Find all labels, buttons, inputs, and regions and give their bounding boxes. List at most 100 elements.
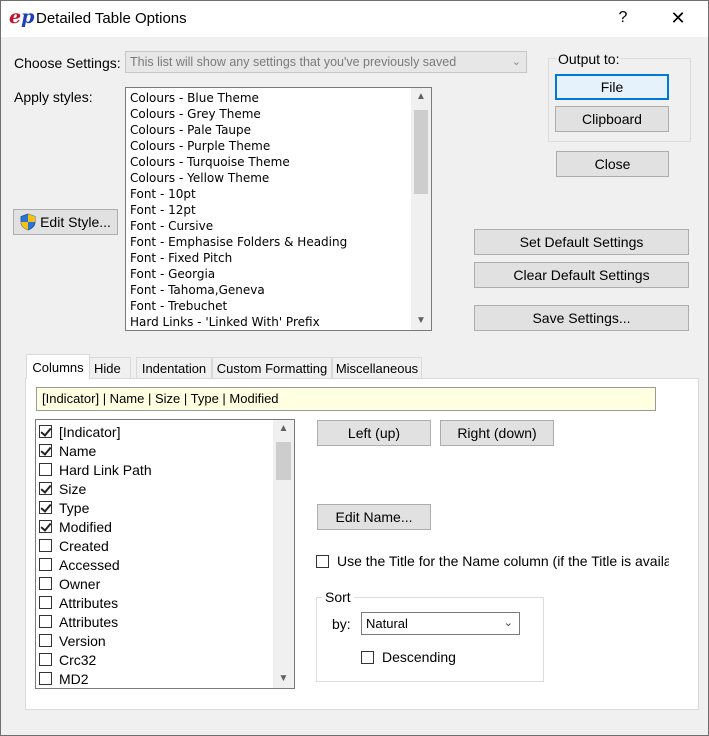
left-up-button[interactable]: Left (up) — [317, 420, 431, 446]
app-icon: ep — [9, 6, 35, 28]
set-default-settings-button[interactable]: Set Default Settings — [474, 229, 689, 255]
column-order-field: [Indicator] | Name | Size | Type | Modif… — [36, 387, 656, 411]
sort-by-combo[interactable]: Natural ⌄ — [361, 612, 520, 635]
column-checkbox[interactable] — [39, 482, 52, 495]
descending-checkbox[interactable] — [361, 650, 374, 664]
clear-default-settings-button[interactable]: Clear Default Settings — [474, 262, 689, 288]
column-checkbox[interactable] — [39, 653, 52, 666]
style-list-item[interactable]: Font - Fixed Pitch — [130, 250, 411, 266]
use-title-checkbox-row[interactable]: Use the Title for the Name column (if th… — [316, 551, 669, 571]
style-list-item[interactable]: Hard Links - 'Linked With' Prefix — [130, 314, 411, 330]
edit-style-button[interactable]: Edit Style... — [13, 209, 118, 235]
close-window-icon[interactable]: ✕ — [654, 1, 702, 35]
apply-styles-label: Apply styles: — [14, 89, 93, 105]
chevron-down-icon: ⌄ — [503, 617, 513, 629]
column-item[interactable]: Name — [39, 441, 272, 460]
style-list-item[interactable]: Colours - Yellow Theme — [130, 170, 411, 186]
tab-indentation[interactable]: Indentation — [136, 357, 212, 378]
column-item[interactable]: Created — [39, 536, 272, 555]
column-item[interactable]: Owner — [39, 574, 272, 593]
column-label: [Indicator] — [59, 423, 121, 440]
column-item[interactable]: Type — [39, 498, 272, 517]
clipboard-button[interactable]: Clipboard — [555, 106, 669, 132]
use-title-label: Use the Title for the Name column (if th… — [337, 553, 669, 569]
style-list-item[interactable]: Font - Emphasise Folders & Heading — [130, 234, 411, 250]
file-button[interactable]: File — [555, 74, 669, 100]
column-item[interactable]: Attributes — [39, 593, 272, 612]
sort-legend: Sort — [322, 589, 354, 605]
column-checkbox[interactable] — [39, 539, 52, 552]
style-list-item[interactable]: Colours - Pale Taupe — [130, 122, 411, 138]
style-list-item[interactable]: Colours - Purple Theme — [130, 138, 411, 154]
column-item[interactable]: [Indicator] — [39, 422, 272, 441]
column-checkbox[interactable] — [39, 615, 52, 628]
column-item[interactable]: Attributes — [39, 612, 272, 631]
descending-label: Descending — [382, 649, 456, 665]
columns-scrollbar[interactable]: ▲ ▼ — [273, 420, 294, 688]
column-item[interactable]: Modified — [39, 517, 272, 536]
help-button[interactable]: ? — [600, 1, 646, 35]
column-checkbox[interactable] — [39, 425, 52, 438]
chevron-down-icon: ⌄ — [511, 56, 521, 68]
column-label: Version — [59, 632, 106, 649]
column-checkbox[interactable] — [39, 577, 52, 590]
scroll-up-icon[interactable]: ▲ — [411, 88, 431, 106]
descending-checkbox-row[interactable]: Descending — [361, 647, 456, 667]
columns-checklist[interactable]: [Indicator] Name Hard Link Path Size Type Mod… — [35, 419, 295, 689]
column-label: Modified — [59, 518, 112, 535]
output-label: Output to: — [557, 51, 621, 67]
column-checkbox[interactable] — [39, 596, 52, 609]
column-item[interactable]: Size — [39, 479, 272, 498]
scroll-thumb[interactable] — [414, 110, 428, 194]
tab-columns[interactable]: Columns — [26, 354, 90, 379]
column-label: Crc32 — [59, 651, 97, 668]
scroll-up-icon[interactable]: ▲ — [273, 420, 294, 438]
close-button[interactable]: Close — [556, 151, 669, 177]
tab-custom-formatting[interactable]: Custom Formatting — [212, 357, 332, 378]
styles-listbox[interactable]: Colours - Blue Theme Colours - Grey Theme… — [125, 87, 432, 331]
column-checkbox[interactable] — [39, 520, 52, 533]
column-label: Type — [59, 499, 90, 516]
column-label: Attributes — [59, 613, 119, 630]
style-list-item[interactable]: Colours - Turquoise Theme — [130, 154, 411, 170]
scroll-down-icon[interactable]: ▼ — [273, 670, 294, 688]
column-item[interactable]: Version — [39, 631, 272, 650]
right-down-button[interactable]: Right (down) — [440, 420, 554, 446]
choose-settings-combo[interactable]: This list will show any settings that yo… — [125, 51, 527, 73]
column-checkbox[interactable] — [39, 558, 52, 571]
save-settings-button[interactable]: Save Settings... — [474, 305, 689, 331]
style-list-item[interactable]: Font - Trebuchet — [130, 298, 411, 314]
shield-icon — [20, 213, 36, 231]
tab-hide[interactable]: Hide — [89, 357, 131, 378]
sort-group — [316, 597, 544, 682]
column-checkbox[interactable] — [39, 444, 52, 457]
column-item[interactable]: Accessed — [39, 555, 272, 574]
column-checkbox[interactable] — [39, 672, 52, 685]
sort-by-label: by: — [332, 616, 351, 632]
column-label: Size — [59, 480, 87, 497]
style-list-item[interactable]: Font - Cursive — [130, 218, 411, 234]
use-title-checkbox[interactable] — [316, 554, 329, 568]
column-checkbox[interactable] — [39, 501, 52, 514]
column-label: Owner — [59, 575, 101, 592]
column-checkbox[interactable] — [39, 634, 52, 647]
column-checkbox[interactable] — [39, 463, 52, 476]
styles-scrollbar[interactable]: ▲ ▼ — [411, 88, 431, 330]
column-item[interactable]: MD2 — [39, 669, 272, 688]
style-list-item[interactable]: Colours - Grey Theme — [130, 106, 411, 122]
styles-items: Colours - Blue Theme Colours - Grey Theme… — [130, 90, 411, 330]
column-label: Attributes — [59, 594, 119, 611]
style-list-item[interactable]: Font - Georgia — [130, 266, 411, 282]
scroll-thumb[interactable] — [276, 442, 291, 480]
choose-settings-label: Choose Settings: — [14, 55, 121, 71]
edit-name-button[interactable]: Edit Name... — [317, 504, 431, 530]
style-list-item[interactable]: Font - Tahoma,Geneva — [130, 282, 411, 298]
column-label: Created — [59, 537, 109, 554]
scroll-down-icon[interactable]: ▼ — [411, 312, 431, 330]
style-list-item[interactable]: Font - 12pt — [130, 202, 411, 218]
column-item[interactable]: Hard Link Path — [39, 460, 272, 479]
tab-miscellaneous[interactable]: Miscellaneous — [332, 357, 422, 378]
style-list-item[interactable]: Colours - Blue Theme — [130, 90, 411, 106]
column-item[interactable]: Crc32 — [39, 650, 272, 669]
style-list-item[interactable]: Font - 10pt — [130, 186, 411, 202]
